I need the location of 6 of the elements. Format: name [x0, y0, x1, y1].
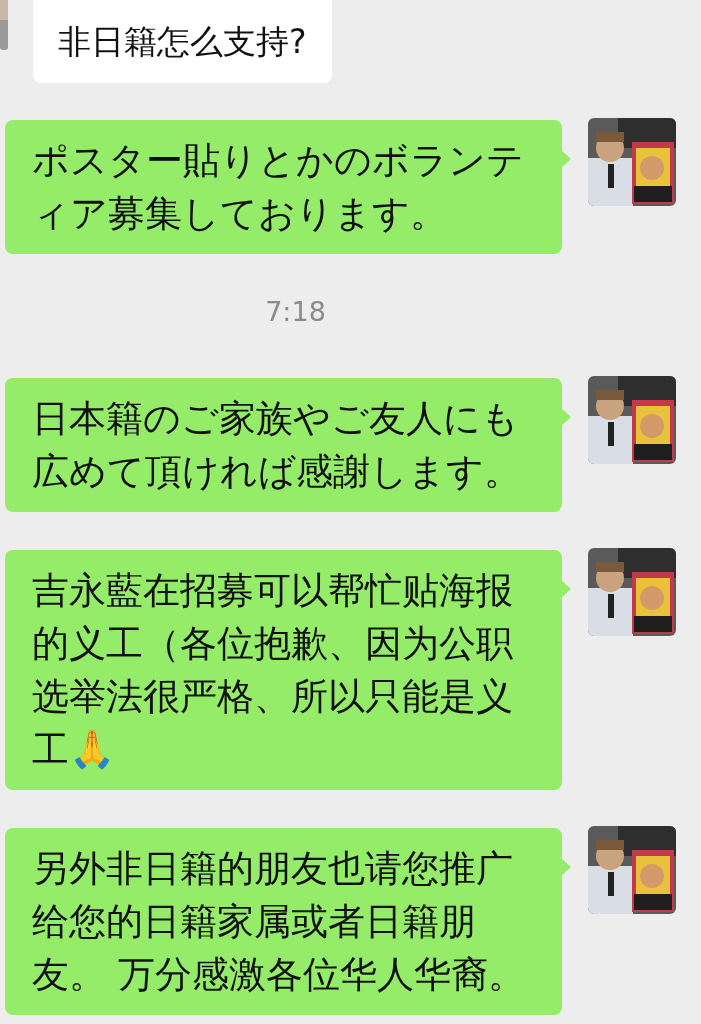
message-text: 日本籍のご家族やご友人にも 広めて頂ければ感謝します。	[32, 395, 522, 495]
timestamp: 7:18	[265, 295, 326, 329]
message-text: ポスター貼りとかのボランテ ィア募集しております。	[32, 138, 525, 237]
message-text: 吉永藍在招募可以帮忙贴海报 的义工（各位抱歉、因为公职 选举法很严格、所以只能是义 工🙏	[32, 567, 514, 773]
message-text: 非日籍怎么支持?	[58, 21, 307, 62]
message-text: 另外非日籍的朋友也请您推广 给您的日籍家属或者日籍朋 友。 万分感激各位华人华裔。	[32, 845, 526, 998]
